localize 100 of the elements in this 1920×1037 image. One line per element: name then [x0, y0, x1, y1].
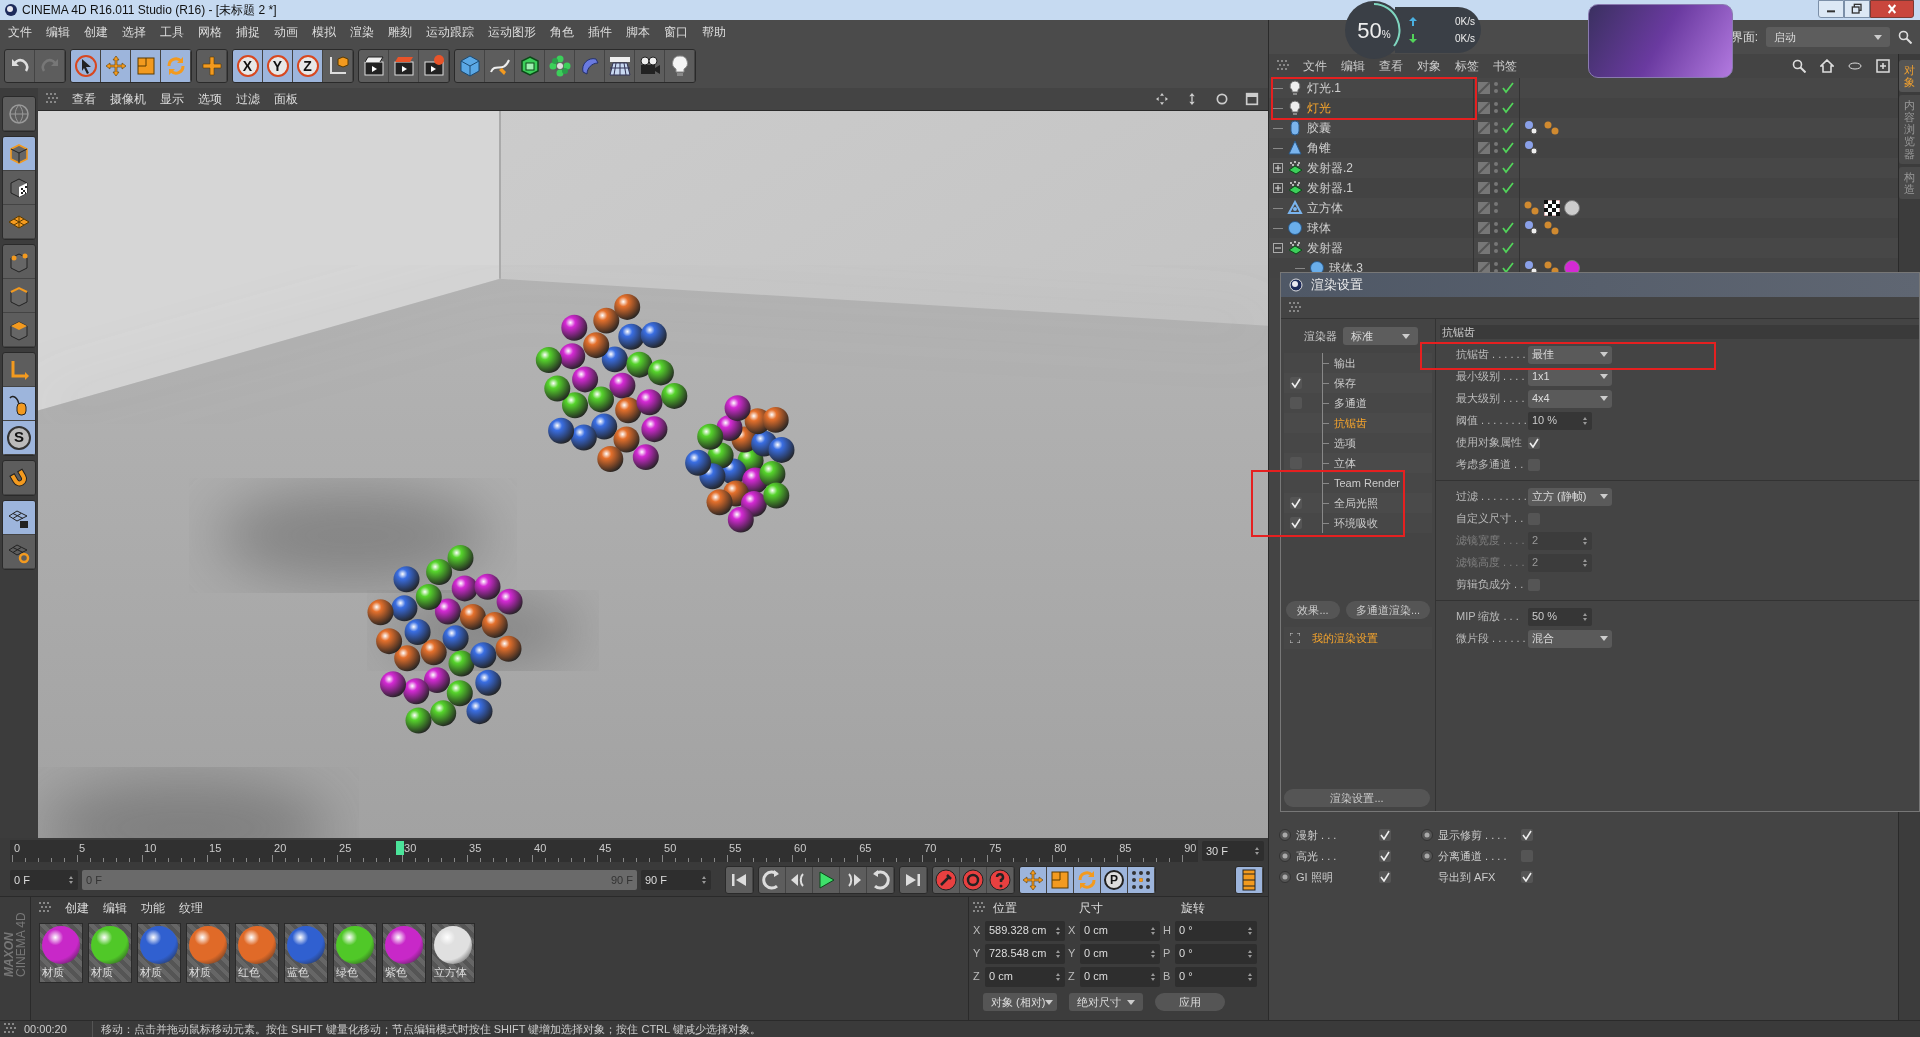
search-icon[interactable] — [1898, 30, 1912, 44]
check-icon[interactable] — [1502, 262, 1514, 274]
visibility-dots-icon[interactable] — [1493, 181, 1499, 195]
menu-item[interactable]: 网格 — [198, 23, 222, 41]
material-swatch[interactable]: 紫色 — [382, 923, 426, 983]
material-swatch[interactable]: 绿色 — [333, 923, 377, 983]
material-tag-icon[interactable] — [1544, 220, 1560, 236]
menu-item[interactable]: 模拟 — [312, 23, 336, 41]
new-window-icon[interactable] — [1876, 59, 1890, 73]
visibility-dots-icon[interactable] — [1493, 81, 1499, 95]
axis-lock-button[interactable]: Z — [293, 50, 323, 82]
auto-key-icon[interactable] — [960, 867, 987, 893]
menu-item[interactable]: 窗口 — [664, 23, 688, 41]
object-name[interactable]: 立方体 — [1307, 199, 1343, 217]
expand-icon[interactable] — [1273, 163, 1283, 173]
rotate-icon[interactable] — [1074, 867, 1101, 893]
menu-item[interactable]: 显示 — [160, 90, 184, 108]
menu-item[interactable]: 查看 — [1379, 57, 1403, 75]
check-icon[interactable] — [1502, 222, 1514, 234]
menu-item[interactable]: 运动跟踪 — [426, 23, 474, 41]
number-field[interactable]: 50 % — [1528, 607, 1592, 626]
checker-tag-icon[interactable] — [1544, 200, 1560, 216]
number-field[interactable]: 0 cm — [1080, 966, 1160, 987]
menu-item[interactable]: 查看 — [72, 90, 96, 108]
settings-list-item[interactable]: 输出 — [1334, 354, 1356, 372]
material-swatch[interactable]: 红色 — [235, 923, 279, 983]
sphere-tag-icon[interactable] — [1564, 200, 1580, 216]
number-field[interactable]: 0 cm — [985, 966, 1065, 987]
menu-item[interactable]: 雕刻 — [388, 23, 412, 41]
dropdown[interactable]: 4x4 — [1528, 389, 1612, 408]
axis-lock-button[interactable]: Y — [263, 50, 293, 82]
shading-tag-icon[interactable] — [1524, 120, 1540, 136]
pointer-icon[interactable] — [71, 50, 101, 82]
move-icon[interactable] — [1020, 867, 1047, 893]
material-swatch[interactable]: 蓝色 — [284, 923, 328, 983]
menu-item[interactable]: 选择 — [122, 23, 146, 41]
menu-item[interactable]: 编辑 — [1341, 57, 1365, 75]
object-name[interactable]: 球体.3 — [1329, 259, 1363, 277]
menu-item[interactable]: 过滤 — [236, 90, 260, 108]
checkbox[interactable] — [1290, 517, 1302, 529]
home-icon[interactable] — [1820, 59, 1834, 73]
dialog-button[interactable]: 多通道渲染... — [1346, 601, 1430, 619]
settings-list-item[interactable]: 多通道 — [1334, 394, 1367, 412]
menu-item[interactable]: 标签 — [1455, 57, 1479, 75]
material-swatch[interactable]: 材质 — [39, 923, 83, 983]
menu-item[interactable]: 帮助 — [702, 23, 726, 41]
menu-item[interactable]: 摄像机 — [110, 90, 146, 108]
apply-button[interactable]: 应用 — [1155, 993, 1225, 1011]
number-field[interactable]: 728.548 cm — [985, 943, 1065, 964]
visibility-dots-icon[interactable] — [1493, 241, 1499, 255]
check-icon[interactable] — [1502, 182, 1514, 194]
object-name[interactable]: 胶囊 — [1307, 119, 1331, 137]
menu-item[interactable]: 对象 — [1417, 57, 1441, 75]
menu-item[interactable]: 面板 — [274, 90, 298, 108]
object-name[interactable]: 角锥 — [1307, 139, 1331, 157]
checkbox[interactable] — [1521, 871, 1533, 883]
shading-tag-icon[interactable] — [1524, 140, 1540, 156]
menu-item[interactable]: 编辑 — [103, 899, 127, 917]
record-key-icon[interactable] — [933, 867, 960, 893]
frame-field[interactable]: 90 F — [641, 870, 711, 890]
minimize-icon[interactable] — [1818, 0, 1844, 18]
scale-icon[interactable] — [1047, 867, 1074, 893]
material-swatch[interactable]: 材质 — [88, 923, 132, 983]
settings-list-item[interactable]: 选项 — [1334, 434, 1356, 452]
menu-item[interactable]: 创建 — [65, 899, 89, 917]
checkbox[interactable] — [1528, 436, 1540, 449]
number-field[interactable]: 10 % — [1528, 411, 1592, 430]
checkbox[interactable] — [1379, 871, 1391, 883]
number-field[interactable]: 0 ° — [1175, 943, 1257, 964]
visibility-dots-icon[interactable] — [1493, 141, 1499, 155]
move-view-icon[interactable] — [1154, 91, 1170, 107]
visibility-dots-icon[interactable] — [1493, 161, 1499, 175]
dropdown[interactable]: 立方 (静帧) — [1528, 487, 1612, 506]
menu-item[interactable]: 书签 — [1493, 57, 1517, 75]
film-strip-icon[interactable] — [1236, 867, 1263, 893]
object-name[interactable]: 球体 — [1307, 219, 1331, 237]
object-name[interactable]: 灯光.1 — [1307, 79, 1341, 97]
menu-item[interactable]: 脚本 — [626, 23, 650, 41]
menu-item[interactable]: 文件 — [1303, 57, 1327, 75]
collapse-icon[interactable] — [1273, 243, 1283, 253]
move-icon[interactable] — [101, 50, 131, 82]
checkbox[interactable] — [1290, 497, 1302, 509]
mouse-icon[interactable] — [3, 387, 35, 421]
checkbox[interactable] — [1379, 829, 1391, 841]
check-icon[interactable] — [1502, 242, 1514, 254]
checkbox[interactable] — [1521, 829, 1533, 841]
checkbox[interactable] — [1290, 457, 1302, 469]
menu-item[interactable]: 渲染 — [350, 23, 374, 41]
material-swatch[interactable]: 立方体 — [431, 923, 475, 983]
dialog-button[interactable]: 效果... — [1286, 601, 1340, 619]
number-field[interactable]: 0 ° — [1175, 920, 1257, 941]
check-icon[interactable] — [1502, 82, 1514, 94]
settings-list-item[interactable]: Team Render — [1334, 474, 1401, 492]
visibility-dots-icon[interactable] — [1493, 121, 1499, 135]
axis-lock-button[interactable]: X — [233, 50, 263, 82]
grid-lock-icon[interactable] — [3, 501, 35, 535]
dropdown[interactable]: 混合 — [1528, 629, 1612, 648]
menu-item[interactable]: 编辑 — [46, 23, 70, 41]
frame-field[interactable]: 30 F — [1202, 841, 1264, 861]
dropdown[interactable]: 绝对尺寸 — [1069, 993, 1143, 1011]
